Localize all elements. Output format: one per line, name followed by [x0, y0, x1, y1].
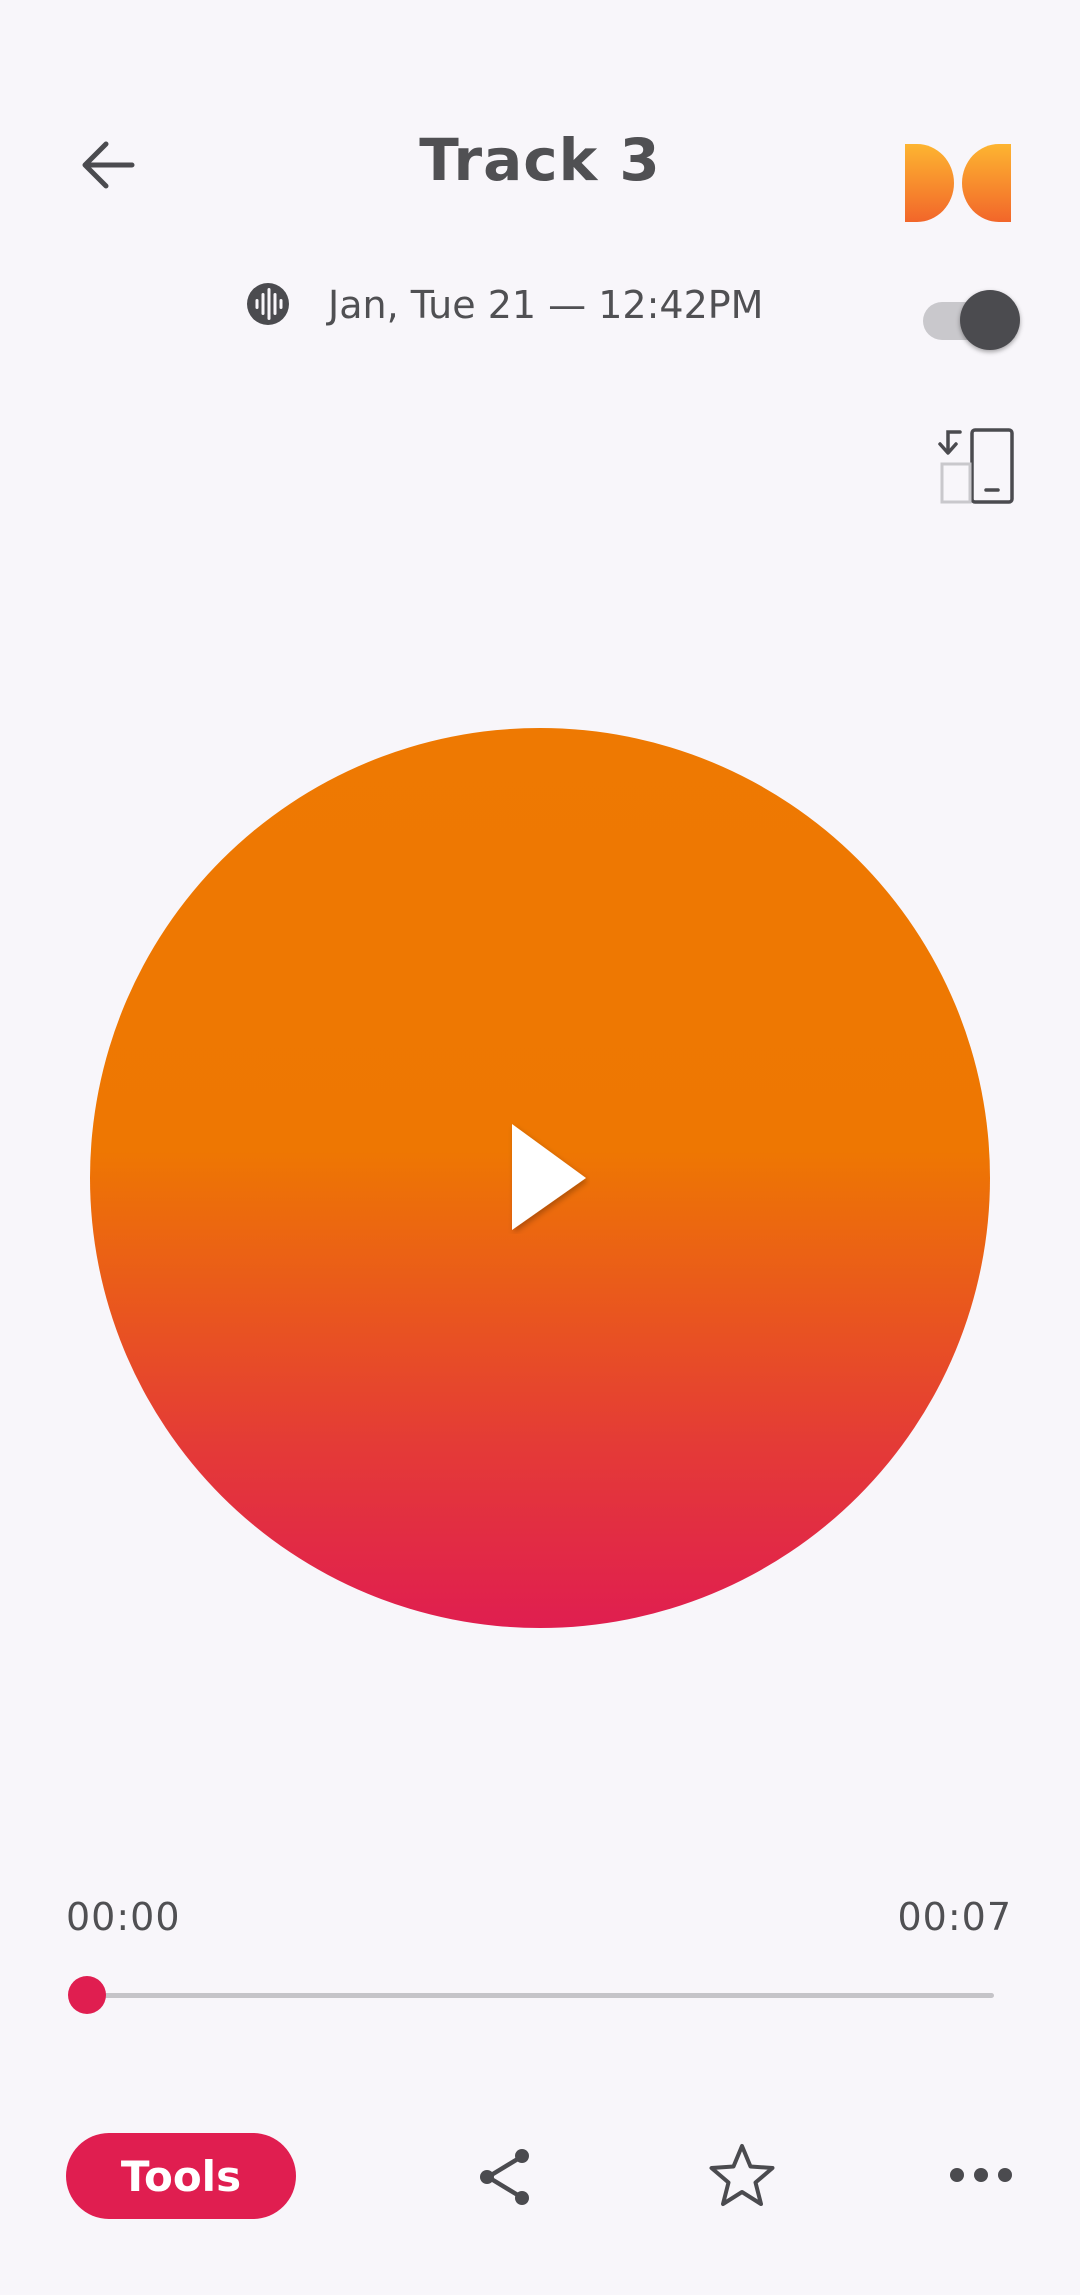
track-player-screen: Track 3 Jan, Tue 21 — 12:42PM 00:00 00:0…: [0, 0, 1080, 2295]
play-button[interactable]: [508, 1122, 590, 1234]
recording-datetime: Jan, Tue 21 — 12:42PM: [328, 283, 764, 327]
current-time: 00:00: [66, 1895, 181, 1939]
toggle-switch[interactable]: [923, 290, 1021, 352]
seek-track: [86, 1993, 994, 1998]
total-time: 00:07: [897, 1895, 1012, 1939]
more-horizontal-icon: [950, 2168, 1012, 2182]
share-button[interactable]: [474, 2146, 536, 2208]
favorite-button[interactable]: [708, 2142, 776, 2210]
more-options-button[interactable]: [948, 2160, 1014, 2190]
play-icon: [512, 1124, 586, 1230]
recording-meta: Jan, Tue 21 — 12:42PM: [0, 280, 1080, 330]
rotate-screen-button[interactable]: [936, 426, 1018, 506]
tools-button[interactable]: Tools: [66, 2133, 296, 2219]
seek-thumb[interactable]: [68, 1976, 106, 2014]
toggle-thumb: [960, 290, 1020, 350]
seek-bar[interactable]: [68, 1975, 994, 2015]
dolby-logo-icon: [905, 144, 1011, 222]
share-icon: [480, 2149, 529, 2205]
screen-rotate-icon: [938, 428, 1014, 504]
waveform-icon: [247, 283, 289, 325]
star-icon: [709, 2144, 775, 2206]
